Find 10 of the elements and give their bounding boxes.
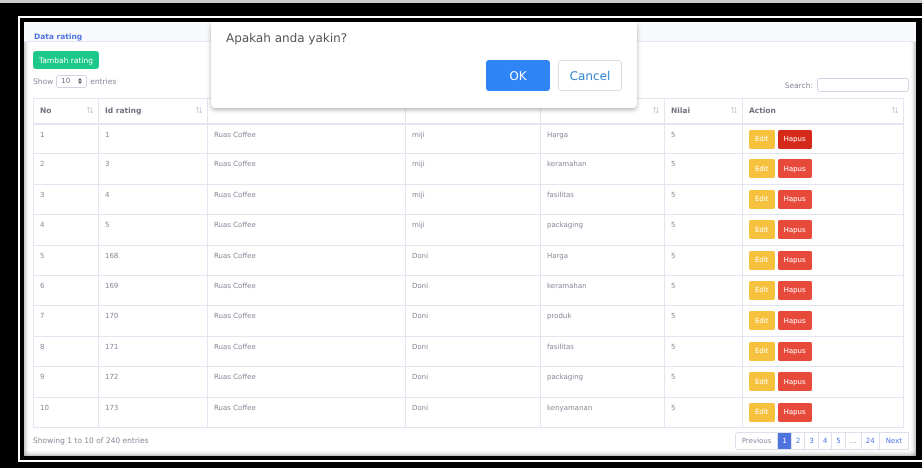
sort-caret-icon [78, 78, 82, 84]
search-field[interactable] [817, 78, 909, 92]
sort-icon [87, 107, 93, 113]
sort-icon [731, 107, 737, 113]
sort-icon [653, 107, 659, 113]
ok-button[interactable]: OK [486, 60, 550, 91]
sort-icon [892, 107, 898, 113]
cancel-button[interactable]: Cancel [558, 60, 622, 91]
dialog-message: Apakah anda yakin? [226, 31, 348, 45]
sort-icon [196, 107, 202, 113]
